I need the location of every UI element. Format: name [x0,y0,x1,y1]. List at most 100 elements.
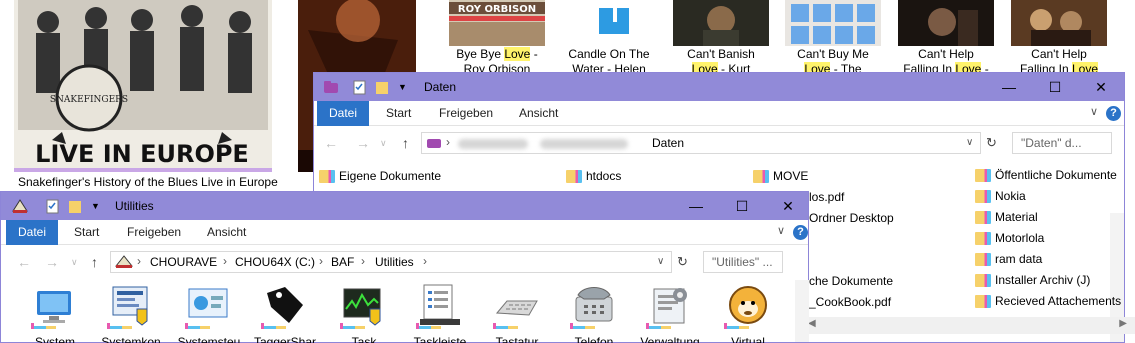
quick-access-dropdown-icon[interactable]: ▼ [398,82,408,100]
tab-datei[interactable]: Datei [6,220,59,245]
address-dropdown-icon[interactable]: ∨ [657,256,664,267]
breadcrumb-chourave[interactable]: CHOURAVE [150,255,217,269]
new-folder-icon[interactable] [374,78,390,96]
folder-icon [975,252,991,266]
album-cover-art [898,0,994,46]
help-icon[interactable]: ? [1106,106,1121,121]
tab-freigeben[interactable]: Freigeben [439,101,493,126]
title-bar[interactable]: ▼ Daten — ☐ ✕ [314,73,1124,101]
address-bar[interactable]: › CHOURAVE › CHOU64X (C:) › BAF › Utilit… [110,251,672,273]
folder-item[interactable]: Motorlola [975,229,1044,247]
address-bar[interactable]: › Daten ∨ [421,132,981,154]
control-panel-icon [185,283,233,329]
title-bar[interactable]: ▼ Utilities — ☐ ✕ [1,192,808,220]
address-separator: › [137,254,141,268]
recent-dropdown-icon[interactable]: ∨ [380,138,387,149]
album-thumbnail[interactable]: ROY ORBISON [449,0,545,46]
folder-item[interactable]: htdocs [566,167,621,185]
utility-item[interactable]: Telefon [561,283,627,343]
refresh-icon[interactable]: ↻ [677,254,688,270]
folder-label: Nokia [995,189,1026,203]
tab-ansicht[interactable]: Ansicht [207,220,246,245]
album-thumbnail[interactable] [673,0,769,46]
minimize-button[interactable]: — [673,192,719,220]
file-item-partial[interactable]: che Dokumente [809,272,893,290]
folder-label: Motorlola [995,231,1045,245]
utility-item[interactable]: Virtual [715,283,781,343]
address-separator: › [423,254,427,268]
close-button[interactable]: ✕ [765,192,811,220]
file-item-partial[interactable]: Ordner Desktop [809,209,894,227]
file-item-partial[interactable]: los.pdf [809,188,844,206]
utility-item[interactable]: Systemkon [98,283,164,343]
new-folder-icon[interactable] [67,197,83,215]
folder-item[interactable]: Recieved Attachements [975,292,1121,310]
close-button[interactable]: ✕ [1078,73,1124,101]
maximize-button[interactable]: ☐ [719,192,765,220]
utility-item[interactable]: Taskleiste [407,283,473,343]
folder-item[interactable]: Öffentliche Dokumente [975,166,1117,184]
administration-icon [646,283,694,329]
folder-item[interactable]: Material [975,208,1038,226]
album-thumbnail[interactable] [1011,0,1107,46]
file-item-partial[interactable]: _CookBook.pdf [809,293,891,311]
horizontal-scrollbar[interactable]: ◀ ▶ [804,317,1135,334]
properties-icon[interactable] [352,78,368,96]
quick-access-dropdown-icon[interactable]: ▼ [91,201,101,219]
ribbon-expand-icon[interactable]: ∨ [777,224,785,237]
vertical-scrollbar[interactable] [795,280,809,342]
back-arrow-icon[interactable]: ← [324,135,338,151]
address-separator: › [223,254,227,268]
folder-item[interactable]: Eigene Dokumente [319,167,441,185]
utility-item[interactable]: TaggerShar [252,283,318,343]
tab-start[interactable]: Start [386,101,411,126]
utility-label: Task [351,335,377,343]
properties-icon[interactable] [45,197,61,215]
utility-item[interactable]: Systemsteu [176,283,242,343]
up-arrow-icon[interactable]: ↑ [91,254,98,270]
tab-freigeben[interactable]: Freigeben [127,220,181,245]
utility-label: Taskleiste [413,335,467,343]
address-root-icon [114,253,134,272]
search-input[interactable]: "Daten" d... [1012,132,1112,154]
scroll-left-icon[interactable]: ◀ [808,318,816,329]
scroll-right-icon[interactable]: ▶ [1119,318,1127,329]
utility-item[interactable]: Verwaltung [637,283,703,343]
tab-start[interactable]: Start [74,220,99,245]
album-thumbnail[interactable] [561,0,657,46]
address-dropdown-icon[interactable]: ∨ [966,137,973,148]
utility-item[interactable]: Task [331,283,397,343]
album-cover-art: ROY ORBISON [449,0,545,46]
help-icon[interactable]: ? [793,225,808,240]
album-thumbnail[interactable] [785,0,881,46]
folder-item[interactable]: Nokia [975,187,1026,205]
folder-item[interactable]: ram data [975,250,1042,268]
folder-item[interactable]: MOVE [753,167,808,185]
folder-item[interactable]: Installer Archiv (J) [975,271,1090,289]
address-segment-hidden[interactable] [540,138,628,152]
breadcrumb-drive-c[interactable]: CHOU64X (C:) [235,255,315,269]
address-segment-hidden[interactable] [458,138,528,152]
tab-ansicht[interactable]: Ansicht [519,101,558,126]
address-row: ← → ∨ ↑ › CHOURAVE › CHOU64X (C:) › BAF … [1,245,808,279]
breadcrumb-baf[interactable]: BAF [331,255,354,269]
folder-label: Installer Archiv (J) [995,273,1091,287]
forward-arrow-icon[interactable]: → [356,135,370,151]
breadcrumb-utilities[interactable]: Utilities [375,255,414,269]
search-input[interactable]: "Utilities" ... [703,251,783,273]
album-thumbnail[interactable] [898,0,994,46]
back-arrow-icon[interactable]: ← [17,254,31,270]
minimize-button[interactable]: — [986,73,1032,101]
refresh-icon[interactable]: ↻ [986,135,997,151]
tab-datei[interactable]: Datei [317,101,370,126]
utility-item[interactable]: System [22,283,88,343]
forward-arrow-icon[interactable]: → [45,254,59,270]
recent-dropdown-icon[interactable]: ∨ [71,257,78,268]
folder-label: Eigene Dokumente [339,169,442,183]
album-cover-snakefinger[interactable]: SNAKEFINGERS LIVE IN EUROPE [14,0,272,172]
address-segment-daten[interactable]: Daten [652,136,684,150]
maximize-button[interactable]: ☐ [1032,73,1078,101]
up-arrow-icon[interactable]: ↑ [402,135,409,151]
utility-item[interactable]: Tastatur [484,283,550,343]
ribbon-expand-icon[interactable]: ∨ [1090,105,1098,118]
